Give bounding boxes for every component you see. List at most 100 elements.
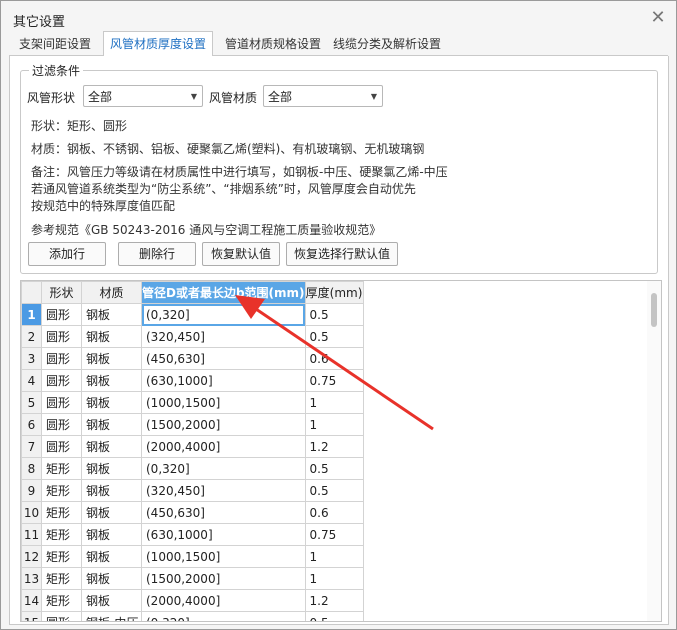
cell-material[interactable]: 钢板 (81, 303, 142, 326)
cell-thickness[interactable]: 0.6 (304, 501, 364, 524)
row-number[interactable]: 7 (21, 435, 42, 458)
cell-shape[interactable]: 矩形 (41, 545, 82, 568)
cell-range[interactable]: (1000,1500] (141, 391, 306, 414)
row-number[interactable]: 4 (21, 369, 42, 392)
cell-shape[interactable]: 矩形 (41, 567, 82, 590)
table-row[interactable]: 7 圆形 钢板 (2000,4000] 1.2 (21, 435, 364, 458)
table-row[interactable]: 5 圆形 钢板 (1000,1500] 1 (21, 391, 364, 414)
tab-duct-thickness[interactable]: 风管材质厚度设置 (103, 31, 214, 57)
cell-range[interactable]: (2000,4000] (141, 435, 306, 458)
column-header-thickness[interactable]: 厚度(mm) (304, 281, 364, 304)
cell-range[interactable]: (1000,1500] (141, 545, 306, 568)
cell-thickness[interactable]: 0.6 (304, 347, 364, 370)
cell-material[interactable]: 钢板 (81, 413, 142, 436)
cell-range[interactable]: (1500,2000] (141, 413, 306, 436)
cell-thickness[interactable]: 1.2 (304, 589, 364, 612)
row-number[interactable]: 5 (21, 391, 42, 414)
close-icon[interactable]: ✕ (649, 9, 667, 27)
cell-thickness[interactable]: 1 (304, 391, 364, 414)
cell-thickness[interactable]: 0.5 (304, 457, 364, 480)
restore-selected-default-button[interactable]: 恢复选择行默认值 (286, 242, 398, 266)
cell-range[interactable]: (450,630] (141, 501, 306, 524)
table-row[interactable]: 3 圆形 钢板 (450,630] 0.6 (21, 347, 364, 370)
cell-material[interactable]: 钢板 (81, 325, 142, 348)
table-row[interactable]: 11 矩形 钢板 (630,1000] 0.75 (21, 523, 364, 546)
scrollbar-thumb[interactable] (651, 293, 657, 327)
table-row[interactable]: 9 矩形 钢板 (320,450] 0.5 (21, 479, 364, 502)
cell-thickness[interactable]: 0.75 (304, 369, 364, 392)
cell-thickness[interactable]: 0.5 (304, 325, 364, 348)
cell-range[interactable]: (0,320] (141, 303, 306, 326)
cell-material[interactable]: 钢板 (81, 347, 142, 370)
duct-shape-select[interactable]: 全部 ▼ (83, 85, 203, 107)
row-number[interactable]: 2 (21, 325, 42, 348)
row-number[interactable]: 12 (21, 545, 42, 568)
cell-shape[interactable]: 圆形 (41, 413, 82, 436)
table-row[interactable]: 4 圆形 钢板 (630,1000] 0.75 (21, 369, 364, 392)
cell-shape[interactable]: 圆形 (41, 325, 82, 348)
cell-material[interactable]: 钢板 (81, 501, 142, 524)
cell-range[interactable]: (320,450] (141, 325, 306, 348)
vertical-scrollbar[interactable] (647, 281, 661, 621)
cell-material[interactable]: 钢板 (81, 435, 142, 458)
cell-range[interactable]: (320,450] (141, 479, 306, 502)
row-number[interactable]: 15 (21, 611, 42, 621)
cell-shape[interactable]: 圆形 (41, 369, 82, 392)
row-number[interactable]: 1 (21, 303, 42, 326)
table-row[interactable]: 6 圆形 钢板 (1500,2000] 1 (21, 413, 364, 436)
cell-material[interactable]: 钢板-中压 (81, 611, 142, 621)
row-number[interactable]: 11 (21, 523, 42, 546)
cell-shape[interactable]: 圆形 (41, 611, 82, 621)
cell-shape[interactable]: 矩形 (41, 589, 82, 612)
cell-material[interactable]: 钢板 (81, 589, 142, 612)
cell-material[interactable]: 钢板 (81, 457, 142, 480)
column-header-range[interactable]: 管径D或者最长边b范围(mm) (141, 281, 306, 304)
cell-shape[interactable]: 矩形 (41, 479, 82, 502)
row-number[interactable]: 8 (21, 457, 42, 480)
table-row[interactable]: 10 矩形 钢板 (450,630] 0.6 (21, 501, 364, 524)
cell-shape[interactable]: 矩形 (41, 523, 82, 546)
column-header-material[interactable]: 材质 (81, 281, 142, 304)
cell-thickness[interactable]: 0.5 (304, 611, 364, 621)
row-number[interactable]: 10 (21, 501, 42, 524)
table-row[interactable]: 1 圆形 钢板 (0,320] 0.5 (21, 303, 364, 326)
cell-thickness[interactable]: 0.5 (304, 303, 364, 326)
cell-range[interactable]: (630,1000] (141, 523, 306, 546)
row-number[interactable]: 13 (21, 567, 42, 590)
cell-shape[interactable]: 圆形 (41, 435, 82, 458)
duct-material-select[interactable]: 全部 ▼ (263, 85, 383, 107)
add-row-button[interactable]: 添加行 (28, 242, 106, 266)
cell-material[interactable]: 钢板 (81, 391, 142, 414)
table-row[interactable]: 2 圆形 钢板 (320,450] 0.5 (21, 325, 364, 348)
cell-material[interactable]: 钢板 (81, 567, 142, 590)
cell-thickness[interactable]: 1 (304, 567, 364, 590)
table-row[interactable]: 14 矩形 钢板 (2000,4000] 1.2 (21, 589, 364, 612)
cell-range[interactable]: (0,320] (141, 457, 306, 480)
row-number[interactable]: 3 (21, 347, 42, 370)
cell-thickness[interactable]: 0.75 (304, 523, 364, 546)
cell-shape[interactable]: 圆形 (41, 303, 82, 326)
cell-material[interactable]: 钢板 (81, 523, 142, 546)
row-number[interactable]: 9 (21, 479, 42, 502)
cell-range[interactable]: (1500,2000] (141, 567, 306, 590)
cell-range[interactable]: (2000,4000] (141, 589, 306, 612)
cell-shape[interactable]: 圆形 (41, 347, 82, 370)
tab-pipe-spec[interactable]: 管道材质规格设置 (219, 34, 327, 54)
cell-range[interactable]: (450,630] (141, 347, 306, 370)
restore-default-button[interactable]: 恢复默认值 (202, 242, 280, 266)
tab-cable-settings[interactable]: 线缆分类及解析设置 (327, 34, 447, 54)
row-number[interactable]: 14 (21, 589, 42, 612)
cell-range[interactable]: (630,1000] (141, 369, 306, 392)
cell-material[interactable]: 钢板 (81, 479, 142, 502)
table-row[interactable]: 12 矩形 钢板 (1000,1500] 1 (21, 545, 364, 568)
cell-range[interactable]: (0,320] (141, 611, 306, 621)
cell-shape[interactable]: 矩形 (41, 457, 82, 480)
table-row[interactable]: 8 矩形 钢板 (0,320] 0.5 (21, 457, 364, 480)
cell-material[interactable]: 钢板 (81, 369, 142, 392)
delete-row-button[interactable]: 删除行 (118, 242, 196, 266)
cell-material[interactable]: 钢板 (81, 545, 142, 568)
table-row[interactable]: 15圆形钢板-中压(0,320]0.5 (21, 611, 364, 621)
cell-shape[interactable]: 圆形 (41, 391, 82, 414)
cell-shape[interactable]: 矩形 (41, 501, 82, 524)
column-header-shape[interactable]: 形状 (41, 281, 82, 304)
